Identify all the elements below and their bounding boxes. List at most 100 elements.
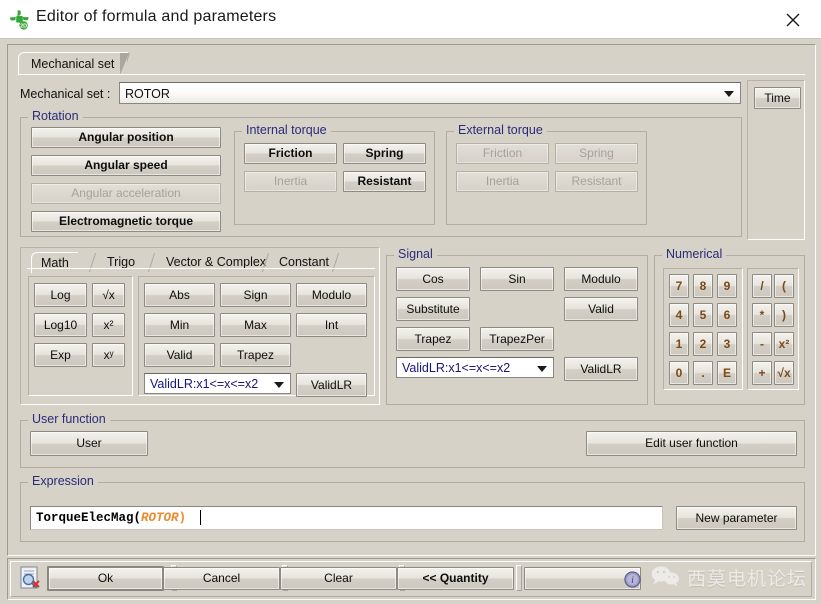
key-divide[interactable]: / [752,274,772,298]
key-square[interactable]: x² [774,332,794,356]
key-paren-open[interactable]: ( [774,274,794,298]
expression-function: TorqueElecMag( [36,511,141,525]
angular-acceleration-button: Angular acceleration [31,183,221,204]
tab-constant[interactable]: Constant [270,252,338,272]
key-7[interactable]: 7 [669,274,689,298]
rotation-group: Rotation Angular position Angular speed … [20,117,742,237]
key-exponent[interactable]: E [717,361,737,385]
key-multiply[interactable]: * [752,303,772,327]
math-trapez-button[interactable]: Trapez [220,343,291,367]
time-button[interactable]: Time [754,87,801,109]
math-int-button[interactable]: Int [296,313,367,337]
chevron-down-icon [274,382,284,388]
key-5[interactable]: 5 [693,303,713,327]
math-log-button[interactable]: Log [34,283,87,307]
signal-validlr-button[interactable]: ValidLR [564,357,638,381]
math-power-button[interactable]: xʸ [92,343,125,367]
document-search-icon[interactable] [19,566,41,593]
electromagnetic-torque-button[interactable]: Electromagnetic torque [31,211,221,232]
new-parameter-button[interactable]: New parameter [676,506,797,530]
key-sqrt[interactable]: √x [774,361,794,385]
key-plus[interactable]: + [752,361,772,385]
mechanical-set-combo[interactable]: ROTOR [119,82,741,104]
math-validlr-combo[interactable]: ValidLR:x1<=x<=x2 [144,373,291,394]
function-tab-strip: Math Trigo Vector & Complex Constant [27,252,375,272]
key-8[interactable]: 8 [693,274,713,298]
expression-input[interactable]: TorqueElecMag(ROTOR) [30,506,663,530]
key-1[interactable]: 1 [669,332,689,356]
time-panel: Time [747,80,805,240]
internal-spring-button[interactable]: Spring [343,143,426,164]
internal-friction-button[interactable]: Friction [244,143,337,164]
signal-sin-button[interactable]: Sin [480,267,554,291]
math-abs-button[interactable]: Abs [144,283,215,307]
text-cursor [200,510,201,525]
svg-text:i: i [631,576,634,586]
numeric-operator-keypad: / ( * ) - x² + √x [747,268,799,390]
math-valid-button[interactable]: Valid [144,343,215,367]
key-9[interactable]: 9 [717,274,737,298]
math-sign-button[interactable]: Sign [220,283,291,307]
signal-trapez-button[interactable]: Trapez [396,327,470,351]
cancel-button[interactable]: Cancel [163,567,280,590]
ok-button[interactable]: Ok [47,566,164,591]
signal-valid-button[interactable]: Valid [564,297,638,321]
user-button[interactable]: User [30,431,148,456]
angular-speed-button[interactable]: Angular speed [31,155,221,176]
numerical-title: Numerical [662,247,726,261]
key-paren-close[interactable]: ) [774,303,794,327]
chevron-down-icon [537,366,547,372]
tab-edge [127,53,138,75]
expression-title: Expression [28,474,98,488]
numerical-group: Numerical 7 8 9 4 5 6 1 2 3 0 . E / [654,255,805,405]
tab-mechanical-set[interactable]: Mechanical set [18,52,128,75]
key-minus[interactable]: - [752,332,772,356]
tab-trigo[interactable]: Trigo [98,252,144,272]
info-icon: i [575,571,690,595]
edit-user-function-button[interactable]: Edit user function [586,431,797,456]
math-exp-button[interactable]: Exp [34,343,87,367]
math-validlr-button[interactable]: ValidLR [296,373,367,397]
math-log10-button[interactable]: Log10 [34,313,87,337]
math-min-button[interactable]: Min [144,313,215,337]
info-button[interactable]: i [524,567,641,590]
signal-substitute-button[interactable]: Substitute [396,297,470,321]
signal-trapezper-button[interactable]: TrapezPer [480,327,554,351]
key-decimal-point[interactable]: . [693,361,713,385]
math-square-button[interactable]: x² [92,313,125,337]
math-max-button[interactable]: Max [220,313,291,337]
internal-inertia-button: Inertia [244,171,337,192]
external-inertia-button: Inertia [456,171,549,192]
key-4[interactable]: 4 [669,303,689,327]
clear-button[interactable]: Clear [280,567,397,590]
tab-content: Mechanical set : ROTOR Time Rotation Ang… [18,74,805,547]
title-bar: 2D Editor of formula and parameters [0,0,821,39]
key-6[interactable]: 6 [717,303,737,327]
quantity-button[interactable]: << Quantity [397,567,514,590]
svg-text:2D: 2D [20,23,27,29]
main-panel: Mechanical set Mechanical set : ROTOR Ti… [7,44,816,556]
tab-vector-complex[interactable]: Vector & Complex [157,252,275,272]
key-0[interactable]: 0 [669,361,689,385]
chevron-down-icon [724,91,734,97]
signal-validlr-value: ValidLR:x1<=x<=x2 [402,358,510,379]
window-title: Editor of formula and parameters [36,8,276,26]
angular-position-button[interactable]: Angular position [31,127,221,148]
internal-resistant-button[interactable]: Resistant [343,171,426,192]
signal-validlr-combo[interactable]: ValidLR:x1<=x<=x2 [396,357,554,378]
signal-cos-button[interactable]: Cos [396,267,470,291]
mechanical-set-label: Mechanical set : [20,87,110,101]
tab-label: Mechanical set [31,57,114,71]
math-sqrt-button[interactable]: √x [92,283,125,307]
key-3[interactable]: 3 [717,332,737,356]
internal-torque-group: Internal torque Friction Spring Inertia … [234,131,435,225]
close-icon[interactable] [773,6,813,32]
signal-modulo-button[interactable]: Modulo [564,267,638,291]
tab-math[interactable]: Math [31,252,78,273]
signal-title: Signal [394,247,437,261]
key-2[interactable]: 2 [693,332,713,356]
math-modulo-button[interactable]: Modulo [296,283,367,307]
bottom-bar-inner: Ok Cancel Clear << Quantity i [10,561,812,597]
bottom-bar: Ok Cancel Clear << Quantity i [7,558,816,600]
user-function-title: User function [28,412,110,426]
